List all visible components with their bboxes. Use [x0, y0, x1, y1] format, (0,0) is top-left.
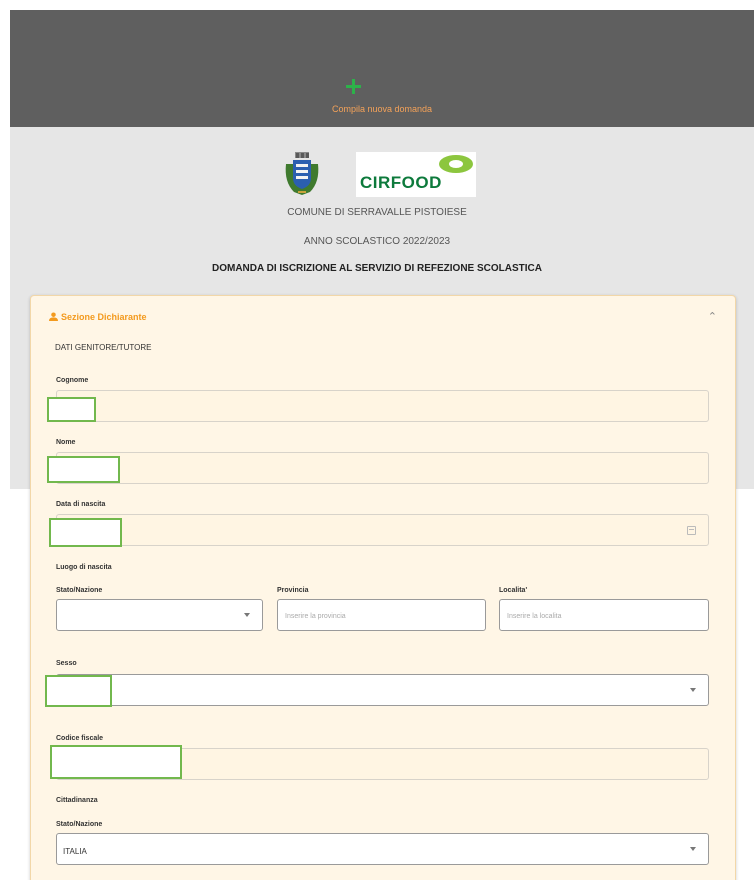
codice-fiscale-label: Codice fiscale: [56, 735, 104, 742]
provincia-label: Provincia: [277, 587, 309, 594]
sesso-select[interactable]: [56, 674, 709, 706]
chevron-up-icon[interactable]: ⌃: [708, 310, 717, 323]
cognome-input[interactable]: [56, 390, 709, 422]
nome-input[interactable]: [56, 452, 709, 484]
cirfood-logo: CIRFOOD: [356, 152, 476, 197]
page: Compila nuova domanda CIRFOOD COMUNE DI …: [0, 0, 754, 880]
cittadinanza-stato-select[interactable]: ITALIA: [56, 833, 709, 865]
data-nascita-input[interactable]: [56, 514, 709, 546]
redaction-box: [47, 456, 120, 483]
page-title: DOMANDA DI ISCRIZIONE AL SERVIZIO DI REF…: [211, 263, 543, 274]
section-subtitle: DATI GENITORE/TUTORE: [55, 343, 152, 352]
localita-input[interactable]: Inserire la localita: [499, 599, 709, 631]
cirfood-logo-text: CIRFOOD: [360, 173, 442, 192]
cittadinanza-stato-value: ITALIA: [63, 847, 87, 856]
provincia-placeholder: Inserire la provincia: [285, 613, 346, 620]
top-header: Compila nuova domanda: [10, 10, 754, 127]
redaction-box: [49, 518, 122, 547]
nome-label: Nome: [56, 439, 76, 446]
user-icon: [49, 312, 58, 321]
school-year: ANNO SCOLASTICO 2022/2023: [303, 236, 451, 247]
section-title: Sezione Dichiarante: [61, 312, 147, 322]
section-header[interactable]: Sezione Dichiarante: [49, 312, 147, 322]
declarant-section-card: Sezione Dichiarante ⌃ DATI GENITORE/TUTO…: [30, 295, 736, 880]
new-application-link[interactable]: Compila nuova domanda: [10, 104, 754, 114]
chevron-down-icon: [244, 613, 250, 617]
comune-name: COMUNE DI SERRAVALLE PISTOIESE: [287, 207, 467, 218]
comune-crest-icon: [285, 152, 319, 195]
localita-placeholder: Inserire la localita: [507, 613, 562, 620]
plus-icon[interactable]: [346, 79, 361, 94]
cognome-label: Cognome: [56, 377, 89, 384]
sesso-label: Sesso: [56, 660, 77, 667]
cittadinanza-stato-label: Stato/Nazione: [56, 821, 103, 828]
chevron-down-icon: [690, 688, 696, 692]
redaction-box: [45, 675, 112, 707]
chevron-down-icon: [690, 847, 696, 851]
redaction-box: [50, 745, 182, 779]
data-nascita-label: Data di nascita: [56, 501, 106, 508]
stato-nazione-label: Stato/Nazione: [56, 587, 103, 594]
stato-nazione-select[interactable]: [56, 599, 263, 631]
provincia-input[interactable]: Inserire la provincia: [277, 599, 486, 631]
redaction-box: [47, 397, 96, 422]
localita-label: Localita': [499, 587, 528, 594]
cittadinanza-label: Cittadinanza: [56, 797, 98, 804]
calendar-icon[interactable]: [687, 526, 696, 535]
luogo-nascita-label: Luogo di nascita: [56, 564, 112, 571]
